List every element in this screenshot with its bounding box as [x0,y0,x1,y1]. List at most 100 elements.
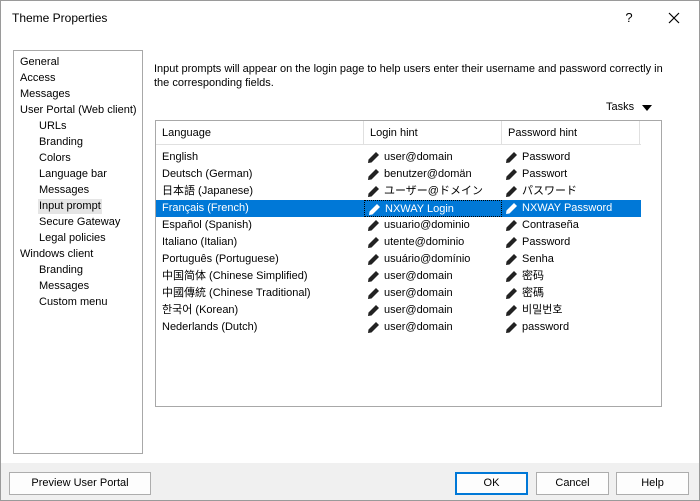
password-hint-cell[interactable]: 密码 [502,268,640,285]
pencil-icon[interactable] [367,236,380,249]
pencil-icon[interactable] [367,270,380,283]
pencil-icon[interactable] [367,287,380,300]
table-row[interactable]: Nederlands (Dutch) user@domain password [156,319,641,336]
pencil-icon[interactable] [367,304,380,317]
nav-item-user-portal-web-client[interactable]: User Portal (Web client) [19,103,138,118]
language-cell: Nederlands (Dutch) [162,321,258,333]
password-hint-text: Contraseña [522,219,579,231]
pencil-icon[interactable] [367,321,380,334]
table-row[interactable]: Italiano (Italian) utente@dominio Password [156,234,641,251]
login-hint-cell[interactable]: user@domain [364,285,502,302]
login-hint-cell[interactable]: usuario@dominio [364,217,502,234]
language-cell: 한국어 (Korean) [162,304,239,316]
table-row[interactable]: English user@domain Password [156,149,641,166]
login-hint-cell[interactable]: benutzer@domän [364,166,502,183]
password-hint-cell[interactable]: Password [502,149,640,166]
nav-item-language-bar[interactable]: Language bar [38,167,108,182]
login-hint-cell[interactable]: NXWAY Login [364,200,502,217]
pencil-icon[interactable] [367,253,380,266]
password-hint-cell[interactable]: 비밀번호 [502,302,640,319]
language-cell: 日本語 (Japanese) [162,185,254,197]
window-title: Theme Properties [12,11,108,25]
password-hint-cell[interactable]: パスワード [502,183,640,200]
pencil-icon[interactable] [505,219,518,232]
nav-item-input-prompt[interactable]: Input prompt [38,199,102,214]
login-hint-cell[interactable]: user@domain [364,149,502,166]
password-hint-cell[interactable]: NXWAY Password [502,200,640,217]
login-hint-cell[interactable]: user@domain [364,319,502,336]
login-hint-text: user@domain [384,270,453,282]
nav-item-secure-gateway[interactable]: Secure Gateway [38,215,121,230]
login-hint-cell[interactable]: user@domain [364,302,502,319]
navigation-tree[interactable]: General Access Messages User Portal (Web cl… [13,50,143,454]
table-row[interactable]: Português (Portuguese) usuário@domínio Sen… [156,251,641,268]
close-button[interactable] [661,7,687,29]
login-hint-cell[interactable]: utente@dominio [364,234,502,251]
password-hint-text: Senha [522,253,554,265]
password-hint-cell[interactable]: password [502,319,640,336]
password-hint-cell[interactable]: Password [502,234,640,251]
pencil-icon[interactable] [505,321,518,334]
password-hint-cell[interactable]: Contraseña [502,217,640,234]
password-hint-cell[interactable]: Passwort [502,166,640,183]
help-title-button[interactable]: ? [616,7,642,29]
pencil-icon[interactable] [505,236,518,249]
column-header-language[interactable]: Language [156,121,364,145]
password-hint-cell[interactable]: Senha [502,251,640,268]
nav-item-urls[interactable]: URLs [38,119,68,134]
close-icon [668,12,680,24]
table-row[interactable]: Español (Spanish) usuario@dominio Contrase… [156,217,641,234]
login-hint-cell[interactable]: user@domain [364,268,502,285]
content-area: General Access Messages User Portal (Web cl… [1,37,699,463]
column-header-login-hint[interactable]: Login hint [364,121,502,145]
pencil-icon[interactable] [367,219,380,232]
nav-item-messages[interactable]: Messages [19,87,71,102]
pencil-icon[interactable] [505,168,518,181]
nav-item-branding[interactable]: Branding [38,135,84,150]
password-hint-text: password [522,321,570,333]
column-header-password-hint[interactable]: Password hint [502,121,640,145]
nav-item-messages[interactable]: Messages [38,279,90,294]
pencil-icon[interactable] [505,270,518,283]
pencil-icon[interactable] [505,202,518,215]
login-hint-cell[interactable]: ユーザー@ドメイン [364,183,502,200]
password-hint-cell[interactable]: 密碼 [502,285,640,302]
cancel-button[interactable]: Cancel [536,472,609,495]
preview-user-portal-button[interactable]: Preview User Portal [9,472,151,495]
ok-button[interactable]: OK [455,472,528,495]
password-hint-text: 비밀번호 [522,304,563,316]
pencil-icon[interactable] [367,168,380,181]
login-hint-cell[interactable]: usuário@domínio [364,251,502,268]
pencil-icon[interactable] [505,287,518,300]
nav-item-access[interactable]: Access [19,71,56,86]
pencil-icon[interactable] [505,304,518,317]
table-row[interactable]: 中國傳統 (Chinese Traditional) user@domain 密碼 [156,285,641,302]
pencil-icon[interactable] [505,253,518,266]
nav-item-messages[interactable]: Messages [38,183,90,198]
table-row[interactable]: Deutsch (German) benutzer@domän Passwort [156,166,641,183]
table-row[interactable]: 한국어 (Korean) user@domain 비밀번호 [156,302,641,319]
table-row[interactable]: 中国简体 (Chinese Simplified) user@domain 密码 [156,268,641,285]
nav-item-general[interactable]: General [19,55,60,70]
pencil-icon[interactable] [368,203,381,216]
login-hint-text: usuário@domínio [384,253,471,265]
password-hint-text: 密码 [522,270,544,282]
language-cell: 中国简体 (Chinese Simplified) [162,270,308,282]
pencil-icon[interactable] [505,151,518,164]
table-row[interactable]: 日本語 (Japanese) ユーザー@ドメイン パスワード [156,183,641,200]
language-cell: Français (French) [162,202,249,214]
tasks-dropdown[interactable]: Tasks [602,98,662,117]
pencil-icon[interactable] [505,185,518,198]
nav-item-windows-client[interactable]: Windows client [19,247,94,262]
table-row[interactable]: Français (French) NXWAY Login NXWAY Passwo… [156,200,641,217]
login-hint-text: ユーザー@ドメイン [384,185,483,197]
pencil-icon[interactable] [367,151,380,164]
nav-item-custom-menu[interactable]: Custom menu [38,295,108,310]
nav-item-colors[interactable]: Colors [38,151,72,166]
pencil-icon[interactable] [367,185,380,198]
login-hint-text: usuario@dominio [384,219,470,231]
help-button[interactable]: Help [616,472,689,495]
nav-item-branding[interactable]: Branding [38,263,84,278]
login-hint-text: utente@dominio [384,236,465,248]
nav-item-legal-policies[interactable]: Legal policies [38,231,107,246]
